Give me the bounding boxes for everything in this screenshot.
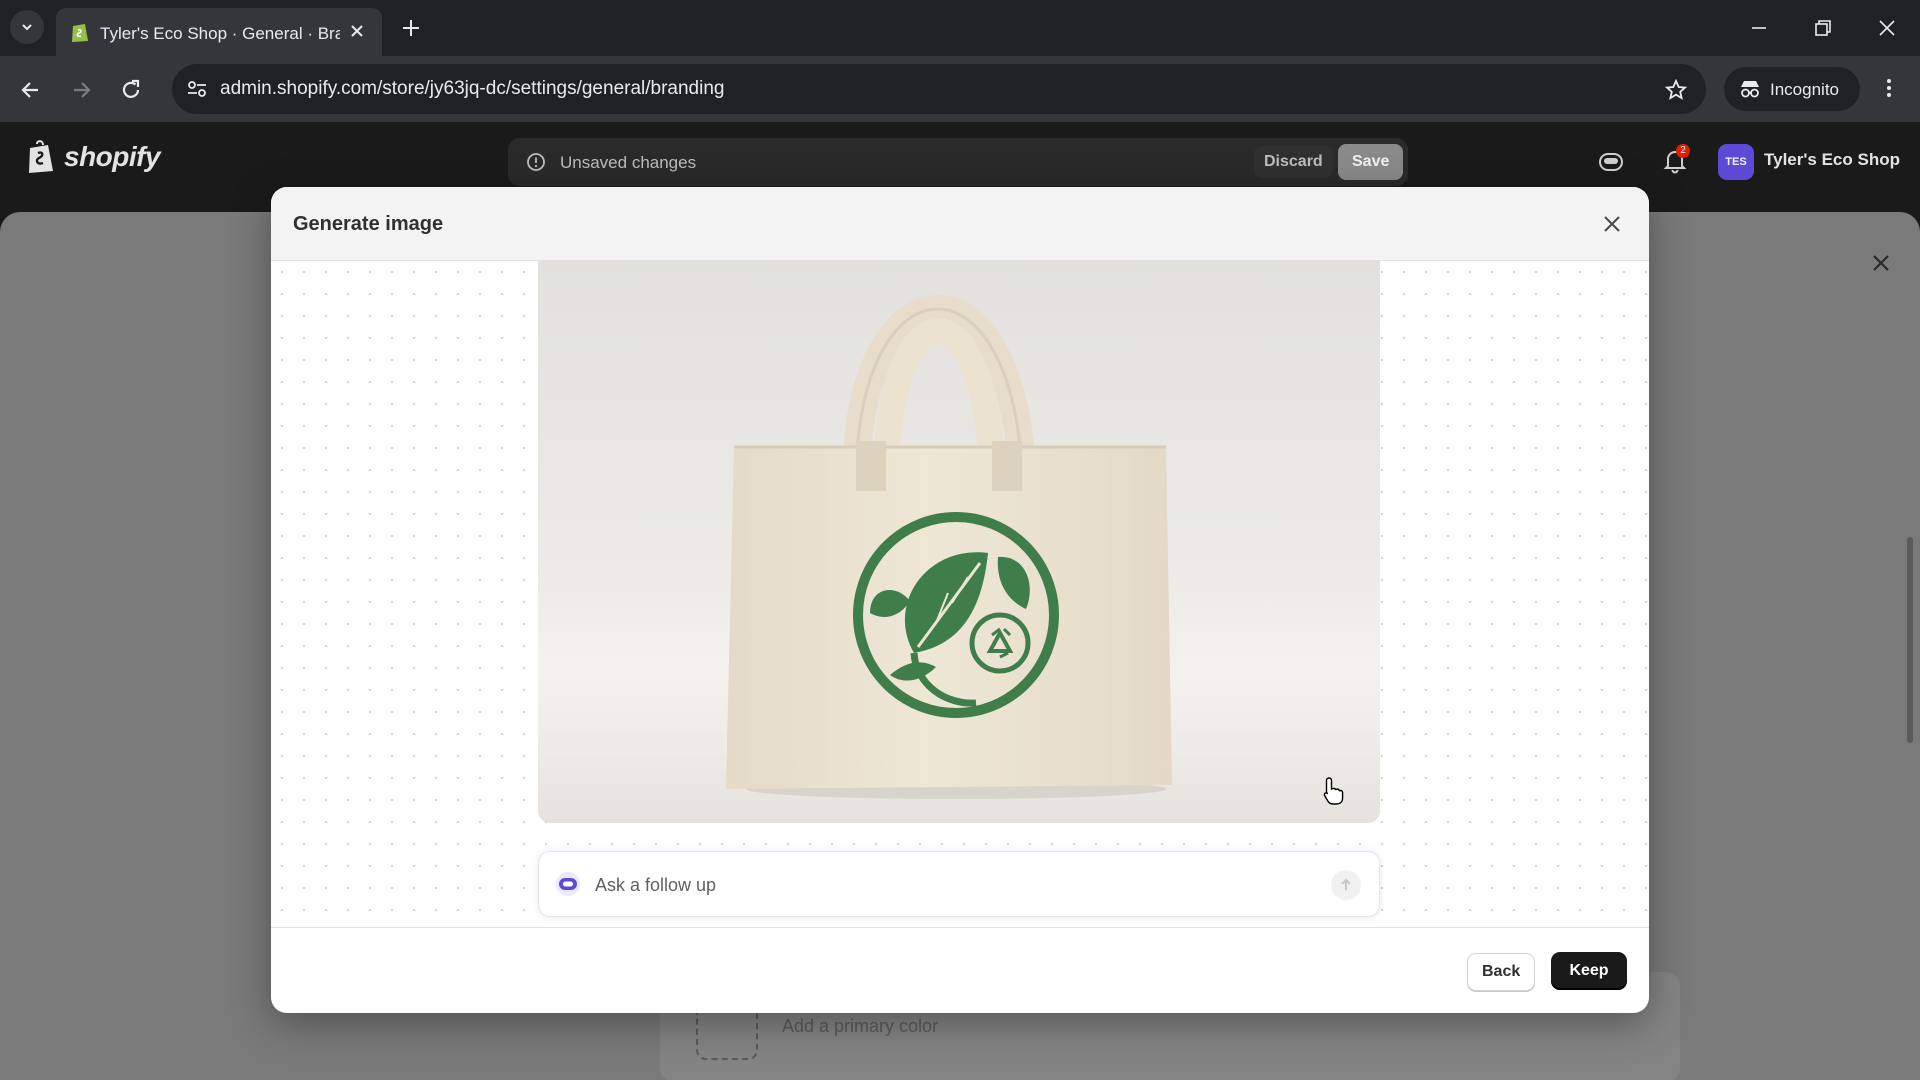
restore-icon[interactable] (1812, 17, 1834, 39)
drawer-close-icon[interactable] (1870, 252, 1892, 274)
modal-body (271, 261, 1649, 927)
notification-count-badge: 2 (1676, 144, 1690, 158)
generate-image-modal: Generate image Ask a follow up Back Keep (271, 187, 1649, 1013)
send-button[interactable] (1331, 870, 1361, 900)
unsaved-changes-bar: Unsaved changes Discard Save (508, 138, 1408, 186)
modal-header: Generate image (271, 187, 1649, 261)
new-tab-icon[interactable] (396, 13, 426, 43)
reload-icon[interactable] (118, 77, 144, 103)
sidekick-icon (556, 872, 580, 896)
incognito-label: Incognito (1770, 80, 1839, 99)
browser-tab-bar: Tyler's Eco Shop · General · Branding (0, 0, 1920, 56)
hand-cursor-icon (1323, 777, 1344, 805)
back-button[interactable]: Back (1467, 953, 1536, 991)
tab-search-button[interactable] (10, 10, 44, 44)
browser-toolbar: admin.shopify.com/store/jy63jq-dc/settin… (0, 56, 1920, 122)
minimize-icon[interactable] (1748, 17, 1770, 39)
alert-circle-icon (527, 153, 545, 171)
generated-image (538, 261, 1380, 823)
unsaved-changes-text: Unsaved changes (560, 153, 697, 172)
close-window-icon[interactable] (1876, 17, 1898, 39)
shopify-logo[interactable]: shopify (26, 140, 161, 174)
tab-title: Tyler's Eco Shop · General · Branding (100, 24, 340, 43)
address-bar[interactable]: admin.shopify.com/store/jy63jq-dc/settin… (172, 64, 1706, 114)
followup-input[interactable] (595, 866, 1295, 904)
arrow-up-icon (1341, 878, 1351, 890)
incognito-icon (1741, 81, 1759, 98)
sidekick-icon[interactable] (1598, 150, 1624, 174)
incognito-badge[interactable]: Incognito (1724, 67, 1860, 111)
browser-menu-icon[interactable] (1882, 76, 1896, 100)
discard-button[interactable]: Discard (1254, 146, 1333, 178)
forward-arrow-icon[interactable] (68, 77, 94, 103)
save-button[interactable]: Save (1338, 144, 1404, 180)
store-name[interactable]: Tyler's Eco Shop (1764, 150, 1900, 170)
followup-box (538, 851, 1380, 917)
modal-title: Generate image (293, 213, 444, 235)
shopify-wordmark: shopify (64, 141, 161, 172)
bookmark-star-icon[interactable] (1664, 78, 1688, 102)
modal-close-icon[interactable] (1601, 213, 1623, 235)
page-scrollbar[interactable] (1907, 537, 1913, 743)
shopify-favicon-icon (72, 24, 88, 42)
store-avatar[interactable]: TES (1718, 144, 1754, 180)
url-text: admin.shopify.com/store/jy63jq-dc/settin… (220, 78, 725, 99)
site-info-icon[interactable] (186, 79, 208, 99)
tote-bag-graphic (726, 295, 1172, 799)
back-arrow-icon[interactable] (18, 77, 44, 103)
shopify-bag-icon (29, 140, 53, 173)
browser-tab[interactable]: Tyler's Eco Shop · General · Branding (56, 8, 382, 56)
chevron-down-icon (22, 24, 32, 31)
close-tab-icon[interactable] (348, 22, 366, 40)
modal-footer: Back Keep (271, 927, 1649, 1013)
keep-button[interactable]: Keep (1551, 952, 1627, 990)
primary-color-label: Add a primary color (782, 1016, 939, 1036)
